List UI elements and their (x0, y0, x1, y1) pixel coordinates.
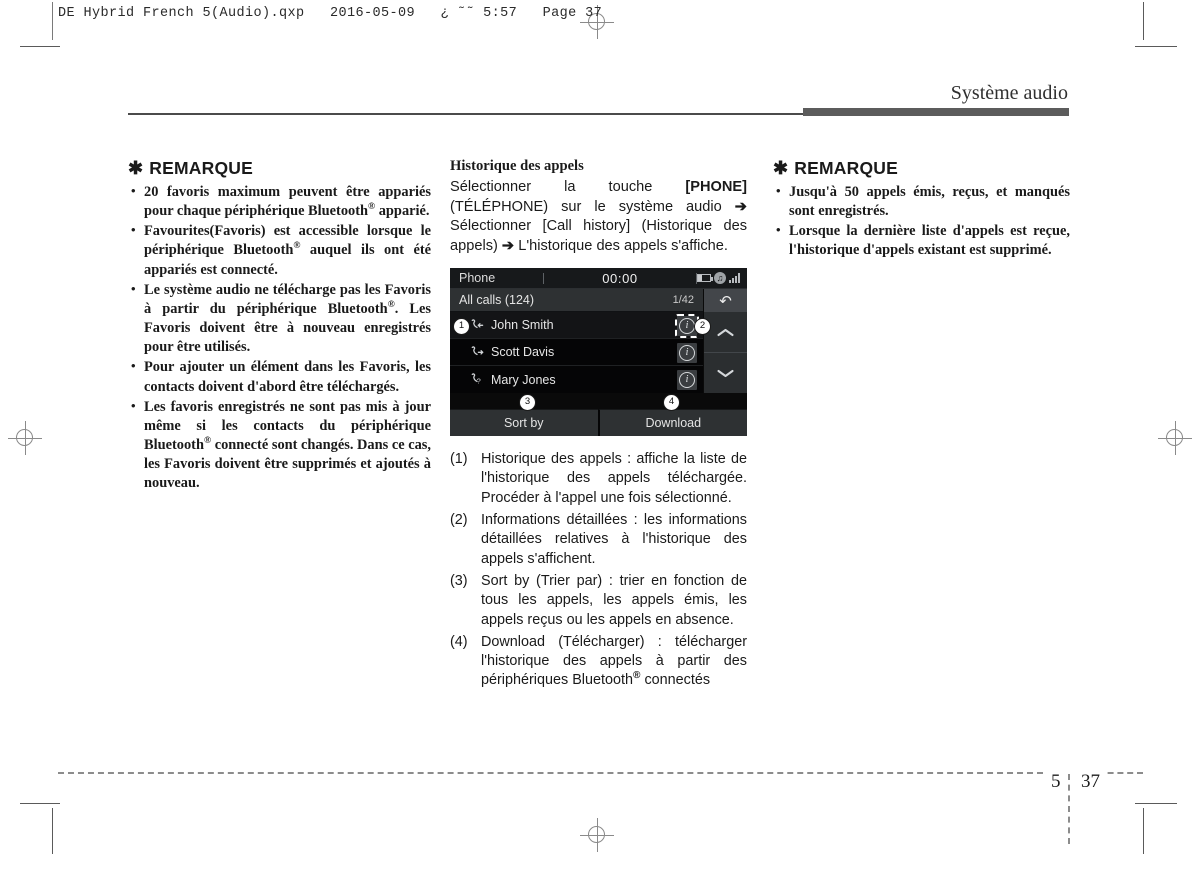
running-head-rule-thin (128, 113, 803, 115)
status-phone-label: Phone (459, 271, 496, 286)
intro-paragraph: Sélectionner la touche [PHONE] (TÉLÉPHON… (450, 178, 747, 256)
phone-key-label: [PHONE] (685, 179, 747, 195)
page-number: 37 (1076, 771, 1105, 793)
battery-icon (697, 274, 713, 283)
chapter-number: 5 (1046, 771, 1066, 793)
list-item: (4) Download (Télécharger) : télécharger… (450, 633, 747, 691)
list-item: (3) Sort by (Trier par) : trier en fonct… (450, 572, 747, 630)
contact-name: Mary Jones (491, 372, 556, 387)
middle-column: Historique des appels Sélectionner la to… (450, 158, 747, 694)
crop-mark-top-right-horizontal (1135, 46, 1177, 47)
item-text: Historique des appels : affiche la liste… (481, 451, 747, 506)
asterisk-icon: ✱ (773, 158, 789, 178)
registration-mark-bottom (580, 818, 614, 852)
numbered-explanation-list: (1) Historique des appels : affiche la l… (450, 450, 747, 691)
list-item: Jusqu'à 50 appels émis, reçus, et manqué… (773, 182, 1070, 221)
item-text: Sort by (Trier par) : trier en fonction … (481, 572, 747, 628)
item-marker: (4) (450, 633, 468, 650)
info-icon: i (679, 344, 695, 361)
all-calls-title: All calls (124) (459, 293, 535, 308)
item-text: Download (Télécharger) : télécharger l'h… (481, 633, 747, 689)
note-heading-left: ✱ REMARQUE (128, 158, 431, 179)
table-row[interactable]: Scott Davis i (450, 339, 703, 367)
status-icons: ♫ (697, 272, 747, 285)
crop-mark-bottom-left-vertical (52, 808, 53, 854)
chevron-down-icon (717, 366, 734, 381)
intro-text-1: Sélectionner la touche (450, 179, 686, 195)
list-item: (2) Informations détaillées : les inform… (450, 511, 747, 569)
right-column: ✱ REMARQUE Jusqu'à 50 appels émis, reçus… (773, 158, 1070, 262)
note-heading-right: ✱ REMARQUE (773, 158, 1070, 179)
contact-name: Scott Davis (491, 345, 555, 360)
device-screenshot: Phone 00:00 ♫ All calls (124) 1/42 ↶ Joh… (450, 268, 747, 437)
intro-text-2: (TÉLÉPHONE) sur le système audio (450, 198, 735, 215)
scroll-up-button[interactable] (704, 312, 747, 354)
running-head-rule-thick (803, 108, 1069, 116)
download-button[interactable]: Download (597, 409, 747, 437)
back-arrow-icon: ↶ (719, 292, 732, 310)
asterisk-icon: ✱ (128, 158, 144, 178)
outgoing-call-icon (470, 346, 486, 359)
right-note-list: Jusqu'à 50 appels émis, reçus, et manqué… (773, 182, 1070, 261)
info-button[interactable]: i (677, 369, 697, 390)
left-column: ✱ REMARQUE 20 favoris maximum peuvent êt… (128, 158, 431, 495)
item-marker: (2) (450, 512, 468, 529)
table-row[interactable]: ? Mary Jones i (450, 366, 703, 393)
device-footer-buttons: Sort by Download (450, 409, 747, 437)
info-icon: i (679, 317, 695, 334)
list-item: (1) Historique des appels : affiche la l… (450, 450, 747, 508)
info-icon: i (679, 371, 695, 388)
list-item: Lorsque la dernière liste d'appels est r… (773, 221, 1070, 260)
sort-by-button[interactable]: Sort by (450, 409, 598, 437)
note-heading-label: REMARQUE (149, 158, 253, 178)
contact-name: John Smith (491, 318, 554, 333)
item-marker: (1) (450, 451, 468, 468)
note-heading-label: REMARQUE (794, 158, 898, 178)
list-item: Le système audio ne télécharge pas les F… (128, 280, 431, 358)
back-button[interactable]: ↶ (704, 289, 747, 313)
arrow-icon: ➔ (734, 198, 747, 215)
chevron-up-icon (717, 325, 734, 340)
scroll-down-button[interactable] (704, 353, 747, 393)
crop-mark-bottom-right-vertical (1143, 808, 1144, 854)
page-indicator: 1/42 (672, 294, 694, 307)
footer-dashed-rule-vertical (1068, 774, 1070, 844)
item-text: Informations détaillées : les informatio… (481, 512, 747, 567)
device-title-bar: All calls (124) 1/42 (450, 289, 703, 313)
intro-text-4: L'historique des appels s'affiche. (514, 237, 728, 254)
device-status-bar: Phone 00:00 ♫ (450, 268, 747, 290)
film-strip-rule (52, 2, 53, 40)
crop-mark-bottom-right-horizontal (1135, 803, 1177, 804)
info-button[interactable]: i (677, 342, 697, 363)
missed-call-icon: ? (470, 373, 486, 386)
item-marker: (3) (450, 572, 468, 589)
list-item: Favourites(Favoris) est accessible lorsq… (128, 221, 431, 279)
list-item: 20 favoris maximum peuvent être appariés… (128, 182, 431, 221)
sort-by-label: Sort by (503, 416, 544, 431)
incoming-call-icon (470, 319, 486, 332)
footer-dashed-rule-left (58, 772, 1043, 774)
status-clock: 00:00 (602, 270, 638, 286)
arrow-icon: ➔ (501, 237, 515, 254)
list-item: Pour ajouter un élément dans les Favoris… (128, 357, 431, 396)
film-strip-header: DE Hybrid French 5(Audio).qxp 2016-05-09… (58, 6, 603, 21)
crop-mark-bottom-left-horizontal (20, 803, 60, 804)
left-note-list: 20 favoris maximum peuvent être appariés… (128, 182, 431, 494)
call-history-list: John Smith i Scott Davis i ? Mary Jones … (450, 312, 703, 394)
bluetooth-icon: ♫ (714, 272, 726, 285)
crop-mark-top-right-vertical (1143, 2, 1144, 40)
registration-mark-right (1158, 421, 1192, 455)
running-head-title: Système audio (950, 82, 1068, 104)
svg-text:?: ? (477, 377, 481, 386)
crop-mark-top-left-horizontal (20, 46, 60, 47)
download-label: Download (645, 416, 702, 431)
table-row[interactable]: John Smith i (450, 312, 703, 340)
section-heading: Historique des appels (450, 158, 584, 174)
registration-mark-left (8, 421, 42, 455)
list-item: Les favoris enregistrés ne sont pas mis … (128, 397, 431, 494)
signal-icon (729, 273, 740, 284)
